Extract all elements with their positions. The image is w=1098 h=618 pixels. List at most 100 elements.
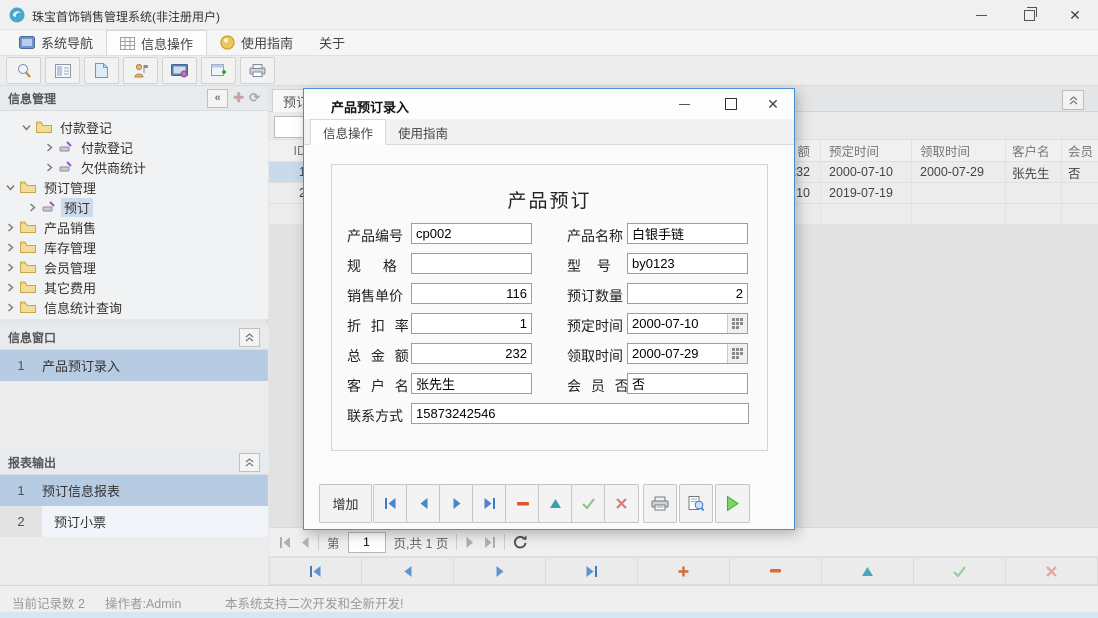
- report-view-button[interactable]: [45, 57, 80, 84]
- next-record-button[interactable]: [439, 484, 474, 523]
- chevrons-up-icon: [245, 333, 254, 342]
- tree-node-other-fees[interactable]: 其它费用: [0, 277, 268, 297]
- new-document-button[interactable]: [84, 57, 119, 84]
- chevrons-up-icon: [1069, 96, 1078, 105]
- nav-first-button[interactable]: [269, 557, 362, 585]
- info-window-item[interactable]: 1 产品预订录入: [0, 350, 268, 381]
- nav-cancel-button[interactable]: [1006, 557, 1098, 585]
- dialog-maximize-button[interactable]: [714, 89, 748, 119]
- calendar-button[interactable]: [727, 314, 747, 333]
- chevron-right-icon: [6, 283, 15, 292]
- tree-node-supplier-debt[interactable]: 欠供商统计: [0, 157, 268, 177]
- next-record-icon: [452, 498, 462, 509]
- grid-collapse-button[interactable]: [1062, 90, 1084, 110]
- minimize-icon: [976, 15, 987, 16]
- col-header-pickup-date[interactable]: 领取时间: [912, 140, 1006, 161]
- first-page-icon[interactable]: [279, 537, 292, 548]
- cancel-record-button[interactable]: [604, 484, 639, 523]
- dialog-tab-info-ops[interactable]: 信息操作: [310, 119, 386, 145]
- add-window-button[interactable]: [201, 57, 236, 84]
- product-name-field[interactable]: [627, 223, 748, 244]
- panel-collapse-button[interactable]: [239, 453, 260, 472]
- model-field[interactable]: [627, 253, 748, 274]
- dialog-close-button[interactable]: ✕: [756, 89, 790, 119]
- prev-page-icon[interactable]: [300, 537, 310, 548]
- nav-prev-button[interactable]: [362, 557, 454, 585]
- first-record-button[interactable]: [373, 484, 408, 523]
- last-page-icon[interactable]: [483, 537, 496, 548]
- dialog-title-bar[interactable]: 产品预订录入 ✕: [304, 89, 794, 119]
- member-field[interactable]: [627, 373, 748, 394]
- nav-edit-button[interactable]: [822, 557, 914, 585]
- unit-price-field[interactable]: [411, 283, 532, 304]
- print-button[interactable]: [643, 484, 677, 523]
- tree-node-members[interactable]: 会员管理: [0, 257, 268, 277]
- window-close-button[interactable]: ✕: [1052, 0, 1098, 30]
- col-header-customer[interactable]: 客户名: [1006, 140, 1062, 161]
- menu-item-about[interactable]: 关于: [306, 30, 358, 55]
- discount-field[interactable]: [411, 313, 532, 334]
- post-record-button[interactable]: [571, 484, 606, 523]
- pager-suffix: 页,共 1 页: [394, 533, 449, 552]
- menu-item-system-nav[interactable]: 系统导航: [6, 30, 106, 55]
- nav-last-button[interactable]: [546, 557, 638, 585]
- window-minimize-button[interactable]: [958, 0, 1004, 30]
- report-item-reserve-ticket[interactable]: 2 预订小票: [0, 506, 268, 537]
- panel-collapse-button[interactable]: [239, 328, 260, 347]
- nav-post-button[interactable]: [914, 557, 1006, 585]
- calendar-button[interactable]: [727, 344, 747, 363]
- menu-item-info-ops[interactable]: 信息操作: [106, 30, 207, 55]
- add-icon[interactable]: ✚: [233, 90, 244, 106]
- refresh-grid-icon[interactable]: [513, 535, 528, 549]
- page-number-input[interactable]: [348, 532, 386, 553]
- refresh-icon[interactable]: ⟳: [249, 90, 260, 106]
- user-manage-button[interactable]: [123, 57, 158, 84]
- tree-node-stats-query[interactable]: 信息统计查询: [0, 297, 268, 317]
- report-item-reserve-report[interactable]: 1 预订信息报表: [0, 475, 268, 506]
- add-button[interactable]: 增加: [319, 484, 372, 523]
- folder-icon: [20, 181, 36, 193]
- image-view-button[interactable]: [162, 57, 197, 84]
- nav-add-button[interactable]: [638, 557, 730, 585]
- reserve-date-field[interactable]: [627, 313, 748, 334]
- dialog-tab-user-guide[interactable]: 使用指南: [386, 120, 460, 144]
- delete-record-button[interactable]: [505, 484, 540, 523]
- tree-node-payment-entry[interactable]: 付款登记: [0, 137, 268, 157]
- edit-record-button[interactable]: [538, 484, 573, 523]
- prev-record-button[interactable]: [406, 484, 441, 523]
- product-code-field[interactable]: [411, 223, 532, 244]
- tree-node-product-sales[interactable]: 产品销售: [0, 217, 268, 237]
- tree-node-reserve[interactable]: 预订: [0, 197, 268, 217]
- dialog-minimize-button[interactable]: [667, 89, 701, 119]
- menu-item-user-guide[interactable]: 使用指南: [207, 30, 306, 55]
- window-restore-button[interactable]: [1006, 0, 1052, 30]
- user-icon: [133, 63, 149, 78]
- pickup-date-field[interactable]: [627, 343, 748, 364]
- total-field[interactable]: [411, 343, 532, 364]
- quantity-field[interactable]: [627, 283, 748, 304]
- print-setup-button[interactable]: [240, 57, 275, 84]
- customer-field[interactable]: [411, 373, 532, 394]
- next-page-icon[interactable]: [465, 537, 475, 548]
- total-label: 总 金 额: [347, 346, 412, 366]
- search-icon: [16, 63, 32, 79]
- col-header-member[interactable]: 会员: [1062, 140, 1098, 161]
- report-output-list: 1 预订信息报表 2 预订小票: [0, 475, 268, 585]
- post-record-icon: [953, 566, 966, 577]
- print-preview-button[interactable]: [679, 484, 713, 523]
- search-button[interactable]: [6, 57, 41, 84]
- nav-delete-button[interactable]: [730, 557, 822, 585]
- dialog-tabstrip: 信息操作 使用指南: [304, 119, 794, 145]
- contact-field[interactable]: [411, 403, 749, 424]
- col-header-reserve-date[interactable]: 预定时间: [821, 140, 912, 161]
- spec-field[interactable]: [411, 253, 532, 274]
- cancel-record-icon: [616, 498, 627, 509]
- run-button[interactable]: [715, 484, 750, 523]
- last-record-button[interactable]: [472, 484, 507, 523]
- tree-node-inventory[interactable]: 库存管理: [0, 237, 268, 257]
- collapse-left-button[interactable]: «: [207, 89, 228, 108]
- tree-node-reserve-folder[interactable]: 预订管理: [0, 177, 268, 197]
- tree-node-payment-folder[interactable]: 付款登记: [0, 117, 268, 137]
- quantity-label: 预订数量: [567, 286, 623, 306]
- nav-next-button[interactable]: [454, 557, 546, 585]
